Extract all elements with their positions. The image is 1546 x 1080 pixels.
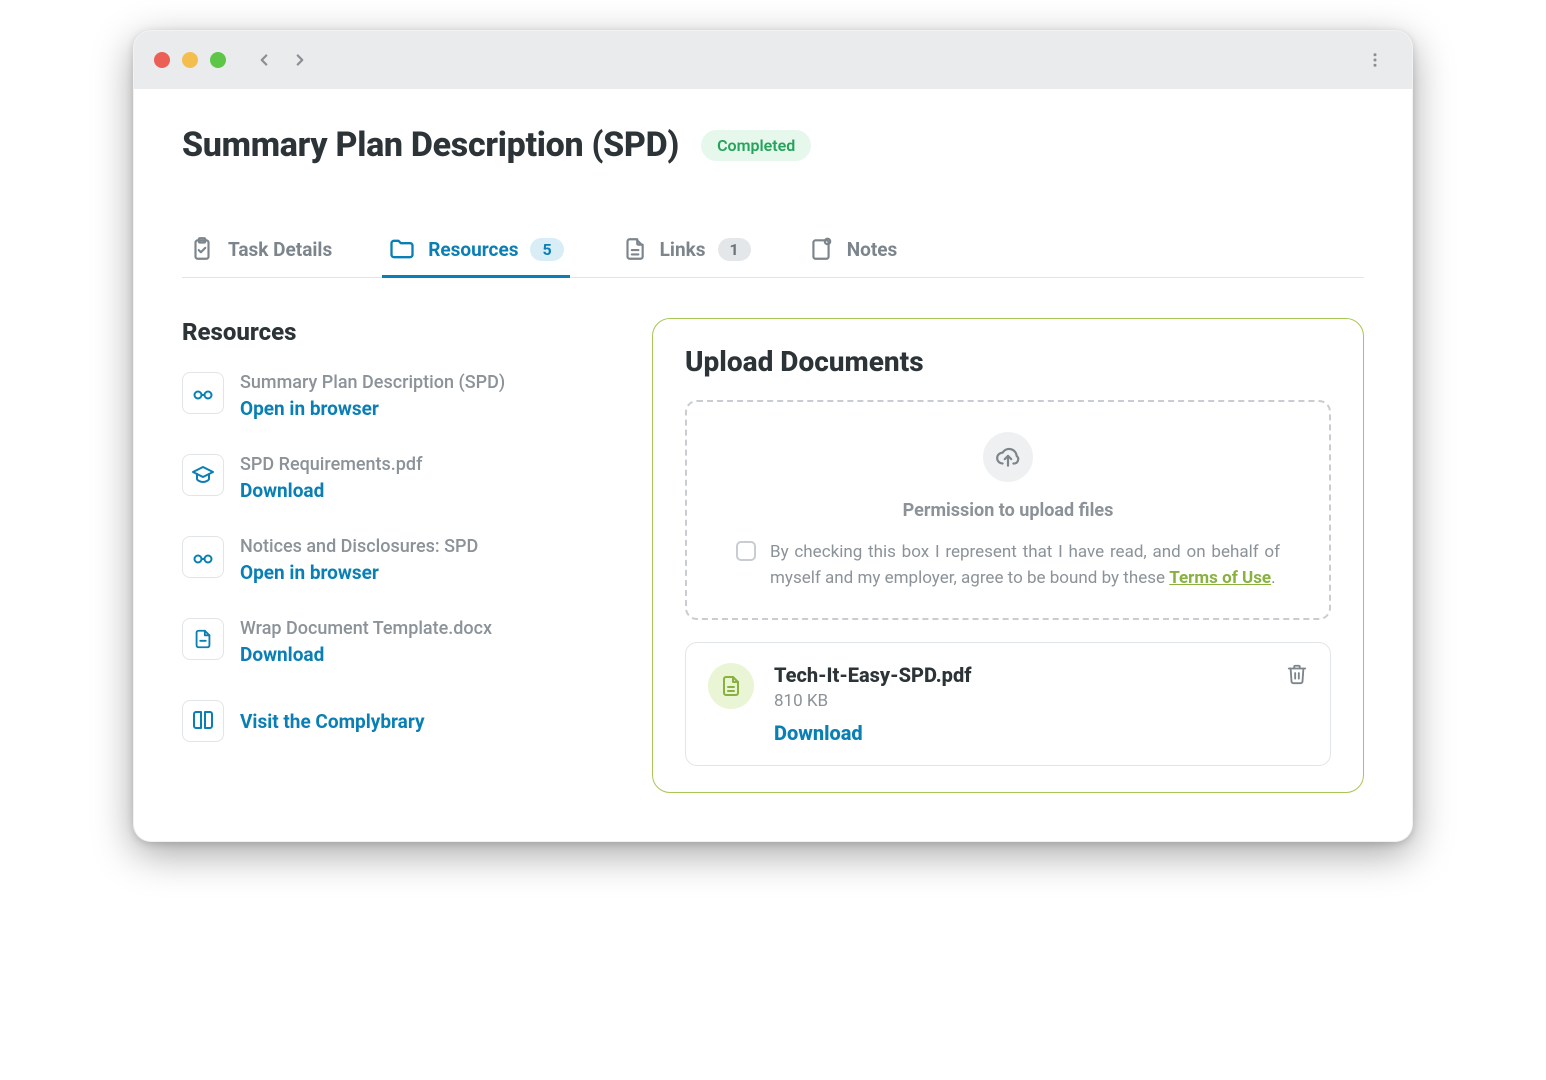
page-title: Summary Plan Description (SPD): [182, 125, 679, 165]
upload-panel: Upload Documents Permission to upload fi…: [652, 318, 1364, 793]
permission-checkbox[interactable]: [736, 541, 756, 561]
forward-button[interactable]: [286, 46, 314, 74]
resource-action-link[interactable]: Open in browser: [240, 397, 505, 420]
tab-task-details[interactable]: Task Details: [182, 221, 338, 277]
tab-label: Task Details: [228, 238, 332, 261]
tab-label: Links: [660, 238, 706, 261]
resource-item: Summary Plan Description (SPD) Open in b…: [182, 372, 612, 420]
folder-icon: [388, 235, 416, 263]
cloud-upload-icon: [983, 432, 1033, 482]
titlebar: [134, 31, 1412, 89]
minimize-window-button[interactable]: [182, 52, 198, 68]
traffic-lights: [154, 52, 226, 68]
visit-library-row: Visit the Complybrary: [182, 700, 612, 742]
attachment-icon: [620, 235, 648, 263]
resources-heading: Resources: [182, 318, 612, 346]
tab-notes[interactable]: Notes: [801, 221, 904, 277]
hamburger-menu-button[interactable]: [1358, 43, 1392, 77]
upload-dropzone[interactable]: Permission to upload files By checking t…: [685, 400, 1331, 620]
resource-name: SPD Requirements.pdf: [240, 454, 422, 475]
file-info: Tech-It-Easy-SPD.pdf 810 KB Download: [774, 663, 1266, 745]
file-size: 810 KB: [774, 691, 1266, 711]
resources-column: Resources Summary Plan Description (SPD)…: [182, 318, 612, 742]
book-icon: [182, 700, 224, 742]
resource-item: SPD Requirements.pdf Download: [182, 454, 612, 502]
tab-count-badge: 1: [718, 238, 751, 261]
permission-row: By checking this box I represent that I …: [717, 539, 1299, 592]
delete-file-button[interactable]: [1286, 663, 1308, 685]
tab-bar: Task Details Resources 5 Links 1: [182, 221, 1364, 278]
nav-arrows: [250, 46, 314, 74]
maximize-window-button[interactable]: [210, 52, 226, 68]
uploaded-file-card: Tech-It-Easy-SPD.pdf 810 KB Download: [685, 642, 1331, 766]
content-area: Summary Plan Description (SPD) Completed…: [134, 89, 1412, 841]
tab-resources[interactable]: Resources 5: [382, 221, 569, 277]
resource-name: Wrap Document Template.docx: [240, 618, 492, 639]
upload-column: Upload Documents Permission to upload fi…: [652, 318, 1364, 793]
tab-label: Notes: [847, 238, 898, 261]
permission-text-suffix: .: [1271, 568, 1275, 588]
file-icon: [182, 618, 224, 660]
glasses-icon: [182, 372, 224, 414]
resource-name: Notices and Disclosures: SPD: [240, 536, 478, 557]
file-download-link[interactable]: Download: [774, 721, 1266, 745]
upload-heading: Upload Documents: [685, 345, 1331, 378]
file-name: Tech-It-Easy-SPD.pdf: [774, 663, 1266, 687]
close-window-button[interactable]: [154, 52, 170, 68]
clipboard-icon: [188, 235, 216, 263]
tab-label: Resources: [428, 238, 518, 261]
notes-icon: [807, 235, 835, 263]
resource-action-link[interactable]: Download: [240, 643, 492, 666]
page-header: Summary Plan Description (SPD) Completed: [182, 125, 1364, 165]
resource-action-link[interactable]: Open in browser: [240, 561, 478, 584]
education-icon: [182, 454, 224, 496]
resource-name: Summary Plan Description (SPD): [240, 372, 505, 393]
status-badge: Completed: [701, 130, 811, 161]
file-icon: [708, 663, 754, 709]
back-button[interactable]: [250, 46, 278, 74]
tab-count-badge: 5: [530, 238, 563, 261]
visit-library-link[interactable]: Visit the Complybrary: [240, 710, 425, 733]
app-window: Summary Plan Description (SPD) Completed…: [133, 30, 1413, 842]
resource-action-link[interactable]: Download: [240, 479, 422, 502]
permission-title: Permission to upload files: [717, 500, 1299, 521]
resource-item: Wrap Document Template.docx Download: [182, 618, 612, 666]
glasses-icon: [182, 536, 224, 578]
tab-links[interactable]: Links 1: [614, 221, 757, 277]
terms-of-use-link[interactable]: Terms of Use: [1169, 568, 1271, 588]
resource-item: Notices and Disclosures: SPD Open in bro…: [182, 536, 612, 584]
permission-text: By checking this box I represent that I …: [770, 539, 1280, 592]
main-body: Resources Summary Plan Description (SPD)…: [182, 318, 1364, 793]
